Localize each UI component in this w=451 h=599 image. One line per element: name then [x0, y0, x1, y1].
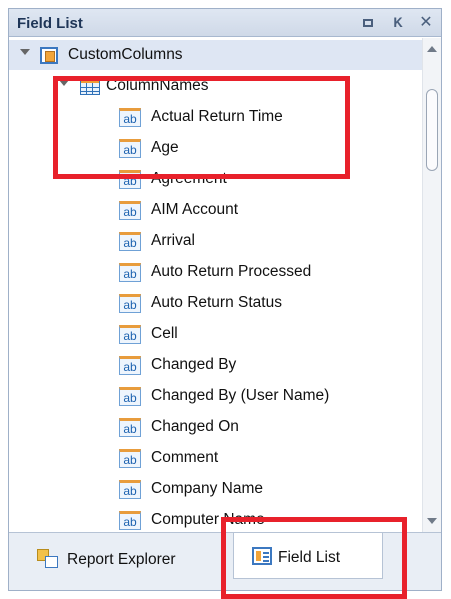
field-list-panel: Field List 𝚱 ✕ CustomColumns ColumnNames…: [8, 8, 442, 591]
tree-node-label: ColumnNames: [106, 77, 209, 94]
data-source-icon: [40, 47, 58, 64]
field-label: Comment: [151, 449, 219, 466]
field-item[interactable]: ab Auto Return Status: [9, 288, 422, 318]
close-icon[interactable]: ✕: [415, 12, 437, 34]
tab-field-list[interactable]: Field List: [233, 533, 383, 579]
restore-window-icon[interactable]: [357, 12, 379, 34]
field-item[interactable]: ab Changed By: [9, 350, 422, 380]
text-field-ab-icon: ab: [119, 263, 141, 282]
text-field-ab-icon: ab: [119, 170, 141, 189]
vertical-scrollbar[interactable]: [422, 38, 441, 532]
text-field-ab-icon: ab: [119, 232, 141, 251]
field-item[interactable]: ab Arrival: [9, 226, 422, 256]
field-label: Agreement: [151, 170, 227, 187]
field-item[interactable]: ab Auto Return Processed: [9, 257, 422, 287]
text-field-ab-icon: ab: [119, 418, 141, 437]
expand-arrow-icon[interactable]: [59, 80, 69, 86]
text-field-ab-icon: ab: [119, 387, 141, 406]
tree-node-label: CustomColumns: [68, 46, 183, 63]
field-tree: CustomColumns ColumnNames ab Actual Retu…: [9, 38, 422, 532]
field-label: Changed On: [151, 418, 239, 435]
text-field-ab-icon: ab: [119, 480, 141, 499]
panel-tab-strip: Report Explorer Field List: [9, 532, 441, 590]
field-label: Auto Return Processed: [151, 263, 312, 280]
field-label: Actual Return Time: [151, 108, 283, 125]
text-field-ab-icon: ab: [119, 108, 141, 127]
text-field-ab-icon: ab: [119, 139, 141, 158]
field-label: Auto Return Status: [151, 294, 282, 311]
report-explorer-icon: [37, 549, 59, 569]
pin-icon[interactable]: 𝚱: [387, 12, 409, 34]
panel-title: Field List: [17, 15, 83, 32]
text-field-ab-icon: ab: [119, 511, 141, 530]
tab-report-explorer[interactable]: Report Explorer: [19, 541, 229, 579]
field-label: Cell: [151, 325, 178, 342]
field-label: Computer Name: [151, 511, 265, 528]
field-label: AIM Account: [151, 201, 239, 218]
scroll-up-arrow-icon[interactable]: [427, 46, 437, 52]
tab-label: Report Explorer: [67, 551, 176, 568]
field-label: Arrival: [151, 232, 195, 249]
field-item[interactable]: ab Company Name: [9, 474, 422, 504]
field-list-icon: [252, 547, 272, 565]
table-icon: [80, 79, 100, 95]
field-label: Changed By: [151, 356, 237, 373]
text-field-ab-icon: ab: [119, 356, 141, 375]
field-item[interactable]: ab AIM Account: [9, 195, 422, 225]
field-item[interactable]: ab Changed On: [9, 412, 422, 442]
field-item[interactable]: ab Cell: [9, 319, 422, 349]
field-label: Company Name: [151, 480, 263, 497]
field-item[interactable]: ab Comment: [9, 443, 422, 473]
text-field-ab-icon: ab: [119, 449, 141, 468]
tree-node-columnnames[interactable]: ColumnNames: [9, 71, 422, 101]
field-label: Changed By (User Name): [151, 387, 330, 404]
text-field-ab-icon: ab: [119, 201, 141, 220]
text-field-ab-icon: ab: [119, 325, 141, 344]
scroll-down-arrow-icon[interactable]: [427, 518, 437, 524]
field-item[interactable]: ab Age: [9, 133, 422, 163]
text-field-ab-icon: ab: [119, 294, 141, 313]
panel-header: Field List 𝚱 ✕: [9, 9, 441, 37]
field-item[interactable]: ab Agreement: [9, 164, 422, 194]
field-item[interactable]: ab Computer Name: [9, 505, 422, 532]
field-label: Age: [151, 139, 179, 156]
tree-node-customcolumns[interactable]: CustomColumns: [9, 40, 422, 70]
expand-arrow-icon[interactable]: [20, 49, 30, 55]
field-item[interactable]: ab Changed By (User Name): [9, 381, 422, 411]
field-item[interactable]: ab Actual Return Time: [9, 102, 422, 132]
scrollbar-thumb[interactable]: [426, 89, 438, 171]
tab-label: Field List: [278, 549, 341, 566]
